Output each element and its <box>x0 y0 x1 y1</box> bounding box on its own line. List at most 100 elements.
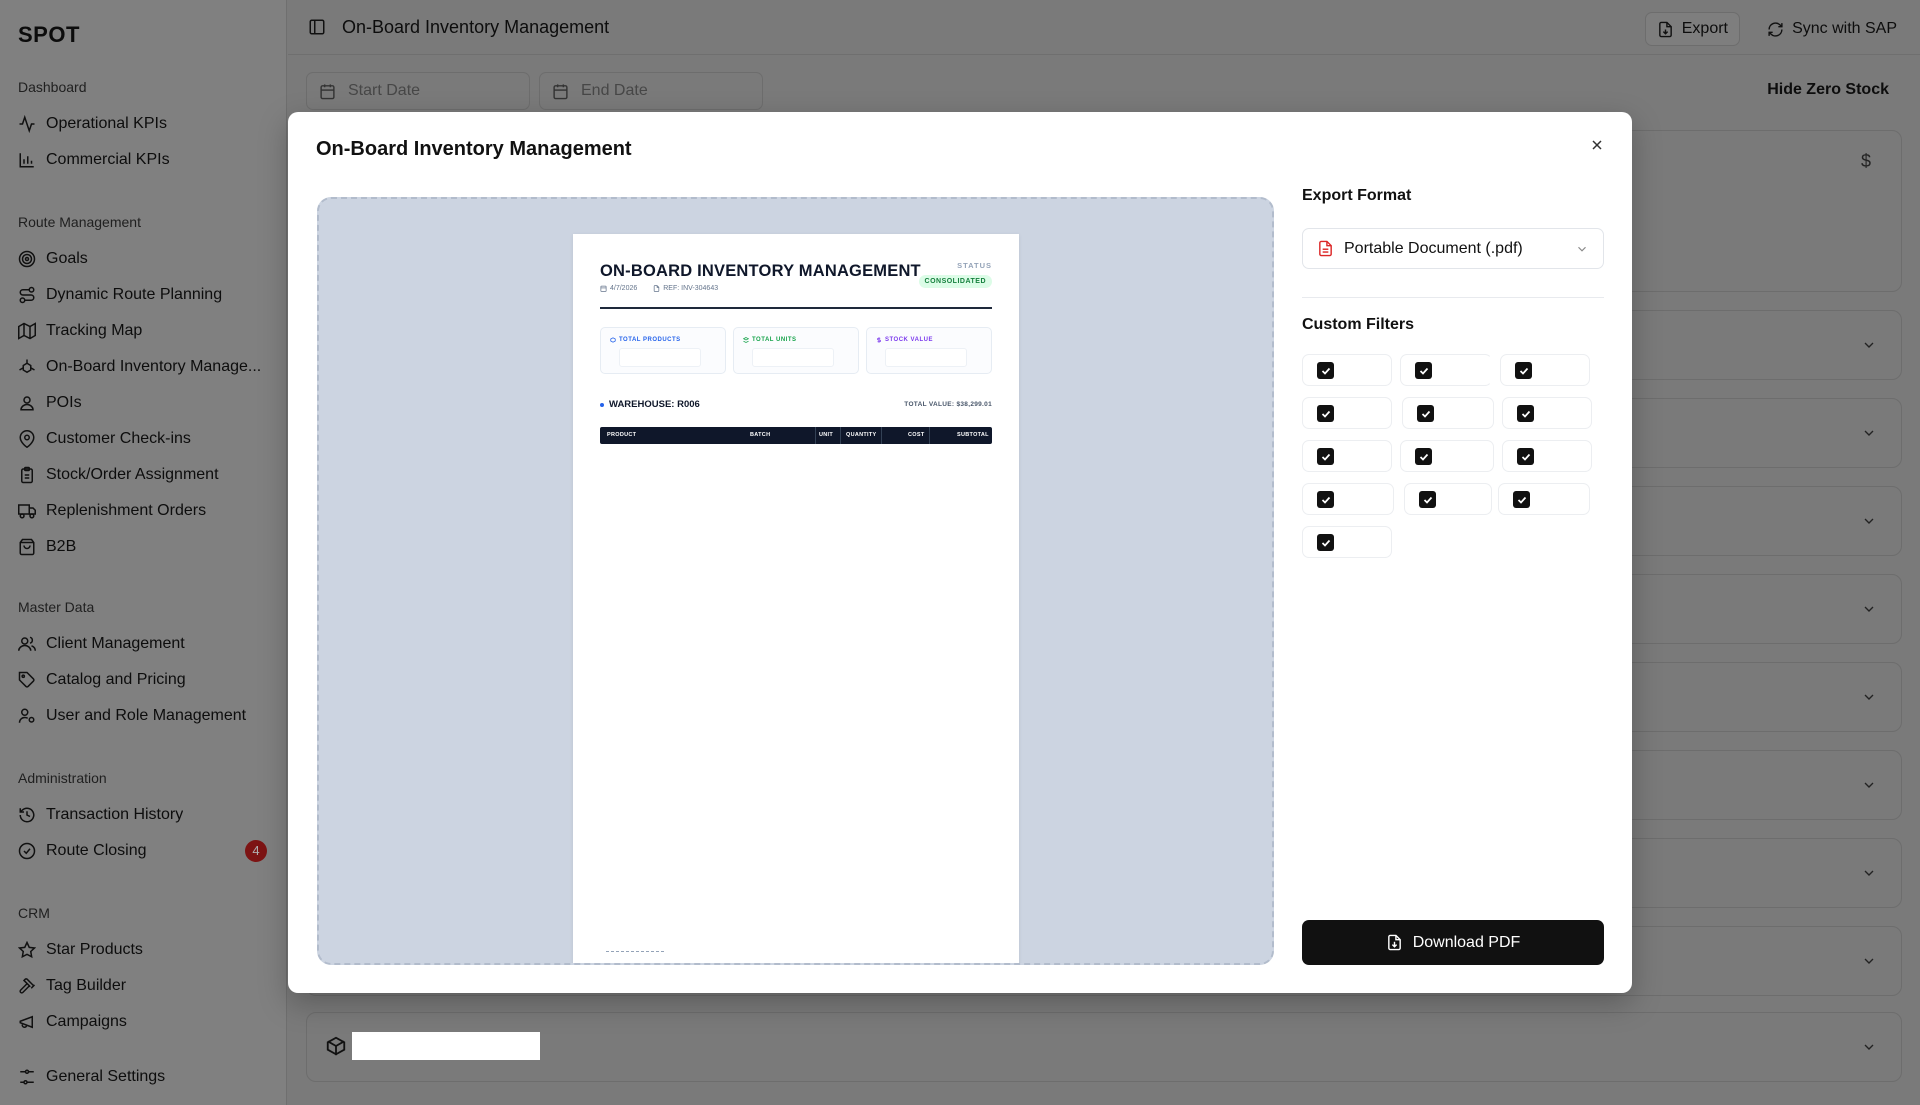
column-header: QUANTITY <box>846 432 877 438</box>
kpi-card-stock-value: STOCK VALUE <box>866 327 992 374</box>
sidebar-item-on-board-inventory[interactable]: On-Board Inventory Manage... <box>18 349 286 385</box>
check-icon <box>1321 539 1330 547</box>
nav-section-footer: General Settings <box>18 1059 286 1095</box>
dollar-icon <box>877 337 881 343</box>
status-label: STATUS <box>957 261 992 270</box>
sidebar-item-label: Route Closing <box>46 842 147 859</box>
kpi-card-total-units: TOTAL UNITS <box>733 327 859 374</box>
nav-section-title: Dashboard <box>18 79 87 95</box>
sidebar-item-goals[interactable]: Goals <box>18 241 286 277</box>
filter-chip[interactable] <box>1302 526 1392 558</box>
refresh-icon <box>1768 21 1783 37</box>
sidebar-toggle-icon[interactable] <box>308 18 326 36</box>
warehouse-accordion[interactable] <box>306 1012 1902 1082</box>
filter-checkbox[interactable] <box>1317 362 1334 379</box>
sidebar-item-star-products[interactable]: Star Products <box>18 932 286 968</box>
filter-checkbox[interactable] <box>1515 362 1532 379</box>
sidebar-item-catalog-pricing[interactable]: Catalog and Pricing <box>18 662 286 698</box>
sidebar-item-tracking-map[interactable]: Tracking Map <box>18 313 286 349</box>
filter-chip[interactable] <box>1502 397 1592 429</box>
sidebar-item-dynamic-route-planning[interactable]: Dynamic Route Planning <box>18 277 286 313</box>
sidebar-item-commercial-kpis[interactable]: Commercial KPIs <box>18 142 286 178</box>
sidebar-item-replenishment-orders[interactable]: Replenishment Orders <box>18 493 286 529</box>
filter-checkbox[interactable] <box>1415 448 1432 465</box>
check-icon <box>1321 367 1330 375</box>
nav-section-administration: Administration Transaction History Route… <box>18 767 286 869</box>
filter-chip[interactable] <box>1302 397 1392 429</box>
filter-checkbox[interactable] <box>1415 362 1432 379</box>
filter-chip[interactable] <box>1400 354 1492 386</box>
filter-chip[interactable] <box>1402 397 1494 429</box>
kpi-label-text: TOTAL PRODUCTS <box>619 337 681 343</box>
filter-checkbox[interactable] <box>1517 405 1534 422</box>
package-icon <box>610 337 616 343</box>
calendar-icon <box>600 285 607 292</box>
sidebar-item-pois[interactable]: POIs <box>18 385 286 421</box>
sidebar-item-tag-builder[interactable]: Tag Builder <box>18 968 286 1004</box>
export-options-panel: Export Format Portable Document (.pdf) C… <box>1302 187 1604 558</box>
pdf-page: ON-BOARD INVENTORY MANAGEMENT 4/7/2026 R… <box>573 234 1019 963</box>
user-pin-icon <box>20 396 34 411</box>
start-date-input[interactable]: Start Date <box>306 72 530 110</box>
map-pin-icon <box>19 430 35 448</box>
close-button[interactable] <box>1584 132 1610 158</box>
chevron-down-icon <box>1864 694 1874 700</box>
sidebar-item-transaction-history[interactable]: Transaction History <box>18 797 286 833</box>
filter-checkbox[interactable] <box>1317 448 1334 465</box>
filter-checkbox[interactable] <box>1317 405 1334 422</box>
sidebar-item-label: Catalog and Pricing <box>46 671 186 688</box>
filter-chip[interactable] <box>1302 483 1394 515</box>
sidebar-item-route-closing[interactable]: Route Closing 4 <box>18 833 286 869</box>
kpi-card-total-products: TOTAL PRODUCTS <box>600 327 726 374</box>
chevron-down-icon <box>1864 606 1874 612</box>
export-format-select[interactable]: Portable Document (.pdf) <box>1302 228 1604 269</box>
calendar-icon <box>553 83 568 99</box>
dollar-icon: $ <box>1860 151 1871 171</box>
download-pdf-button[interactable]: Download PDF <box>1302 920 1604 965</box>
shopping-bag-icon <box>19 538 35 556</box>
nav-section-title: Administration <box>18 770 107 786</box>
document-meta: 4/7/2026 REF: INV-304643 <box>600 285 718 292</box>
export-format-label: Export Format <box>1302 187 1412 204</box>
kpi-label: TOTAL PRODUCTS <box>610 337 681 343</box>
filter-chip[interactable] <box>1498 483 1590 515</box>
check-icon <box>1321 496 1330 504</box>
filter-chip[interactable] <box>1302 354 1392 386</box>
filter-checkbox[interactable] <box>1317 491 1334 508</box>
filter-checkbox[interactable] <box>1517 448 1534 465</box>
sidebar-item-label: Operational KPIs <box>46 115 167 132</box>
sidebar-item-stock-order-assignment[interactable]: Stock/Order Assignment <box>18 457 286 493</box>
filter-chip[interactable] <box>1404 483 1492 515</box>
sliders-icon <box>20 1069 34 1085</box>
clipboard-icon <box>21 466 33 484</box>
filter-chip[interactable] <box>1500 354 1590 386</box>
sync-sap-button[interactable]: Sync with SAP <box>1756 12 1908 46</box>
filter-checkbox[interactable] <box>1417 405 1434 422</box>
filter-checkbox[interactable] <box>1513 491 1530 508</box>
filter-chip[interactable] <box>1400 440 1494 472</box>
sidebar-item-user-role-management[interactable]: User and Role Management <box>18 698 286 734</box>
chevron-down-icon <box>1864 958 1874 964</box>
end-date-input[interactable]: End Date <box>539 72 763 110</box>
sidebar-item-label: User and Role Management <box>46 707 247 724</box>
nav-section-title: Master Data <box>18 599 95 615</box>
sidebar-item-campaigns[interactable]: Campaigns <box>18 1004 286 1040</box>
sidebar-item-customer-check-ins[interactable]: Customer Check-ins <box>18 421 286 457</box>
filter-chip[interactable] <box>1502 440 1592 472</box>
hide-zero-stock-toggle[interactable]: Hide Zero Stock <box>1767 81 1889 99</box>
kpi-label: TOTAL UNITS <box>743 337 797 343</box>
sidebar-item-label: Customer Check-ins <box>46 430 191 447</box>
sidebar-item-operational-kpis[interactable]: Operational KPIs <box>18 106 286 142</box>
document-preview[interactable]: ON-BOARD INVENTORY MANAGEMENT 4/7/2026 R… <box>317 197 1274 965</box>
filter-chip[interactable] <box>1302 440 1392 472</box>
filter-checkbox[interactable] <box>1419 491 1436 508</box>
sidebar-item-client-management[interactable]: Client Management <box>18 626 286 662</box>
filter-checkbox[interactable] <box>1317 534 1334 551</box>
page-title: On-Board Inventory Management <box>342 17 610 37</box>
check-icon <box>1521 410 1530 418</box>
sidebar-item-general-settings[interactable]: General Settings <box>18 1059 286 1095</box>
sidebar-item-label: B2B <box>46 538 77 555</box>
sidebar-item-b2b[interactable]: B2B <box>18 529 286 565</box>
custom-filters-label: Custom Filters <box>1302 316 1415 333</box>
export-button[interactable]: Export <box>1644 12 1740 46</box>
